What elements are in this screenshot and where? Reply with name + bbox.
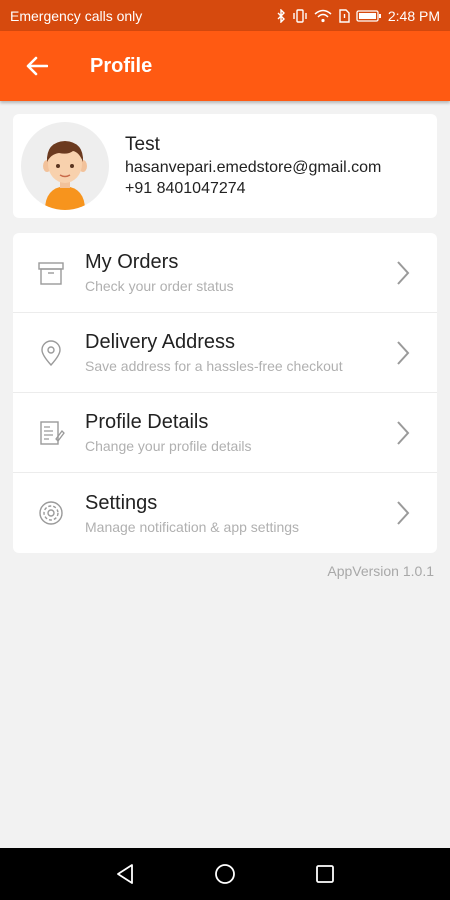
recents-square-icon (316, 865, 334, 883)
chevron-right-icon (395, 420, 411, 446)
profile-name: Test (125, 134, 160, 155)
nav-back-button[interactable] (105, 854, 145, 894)
menu-item-subtitle: Save address for a hassles-free checkout (85, 358, 343, 374)
menu-item-profile-details[interactable]: Profile Details Change your profile deta… (13, 393, 437, 473)
vibrate-icon (292, 8, 308, 23)
page-title: Profile (90, 54, 153, 77)
profile-phone: +91 8401047274 (125, 180, 246, 197)
profile-email: hasanvepari.emedstore@gmail.com (125, 159, 382, 176)
carrier-text: Emergency calls only (10, 7, 143, 24)
battery-icon (356, 9, 382, 22)
location-pin-icon (36, 338, 66, 368)
avatar (21, 122, 109, 210)
gear-icon (36, 498, 66, 528)
status-icons: 2:48 PM (276, 8, 440, 24)
menu-item-title: Settings (85, 491, 158, 514)
avatar-boy-icon (43, 141, 87, 210)
profile-doc-icon (36, 418, 66, 448)
sim-icon (338, 8, 350, 23)
menu-item-delivery-address[interactable]: Delivery Address Save address for a hass… (13, 313, 437, 393)
back-button[interactable] (22, 51, 52, 81)
app-bar: Profile (0, 31, 450, 101)
arrow-left-icon (26, 56, 48, 76)
bluetooth-icon (276, 8, 286, 23)
chevron-right-icon (395, 340, 411, 366)
menu-item-subtitle: Change your profile details (85, 438, 252, 454)
menu-item-title: Delivery Address (85, 331, 236, 353)
profile-card: Test hasanvepari.emedstore@gmail.com +91… (13, 114, 437, 218)
system-nav-bar (0, 848, 450, 900)
home-circle-icon (215, 864, 235, 884)
clock-text: 2:48 PM (387, 7, 440, 24)
chevron-right-icon (395, 500, 411, 526)
status-bar: Emergency calls only 2:48 PM (0, 0, 450, 31)
box-icon (36, 258, 66, 288)
back-triangle-icon (117, 864, 133, 884)
menu-item-settings[interactable]: Settings Manage notification & app setti… (13, 473, 437, 553)
profile-info: Test hasanvepari.emedstore@gmail.com +91… (125, 134, 381, 198)
menu-card: My Orders Check your order status Delive… (13, 233, 437, 553)
menu-item-my-orders[interactable]: My Orders Check your order status (13, 233, 437, 313)
nav-home-button[interactable] (205, 854, 245, 894)
menu-item-subtitle: Check your order status (85, 278, 234, 294)
menu-item-subtitle: Manage notification & app settings (85, 518, 300, 535)
app-version: AppVersion 1.0.1 (327, 563, 434, 579)
menu-item-title: Profile Details (85, 411, 209, 433)
wifi-icon (314, 9, 332, 23)
menu-item-title: My Orders (85, 251, 179, 273)
chevron-right-icon (395, 260, 411, 286)
nav-recents-button[interactable] (305, 854, 345, 894)
